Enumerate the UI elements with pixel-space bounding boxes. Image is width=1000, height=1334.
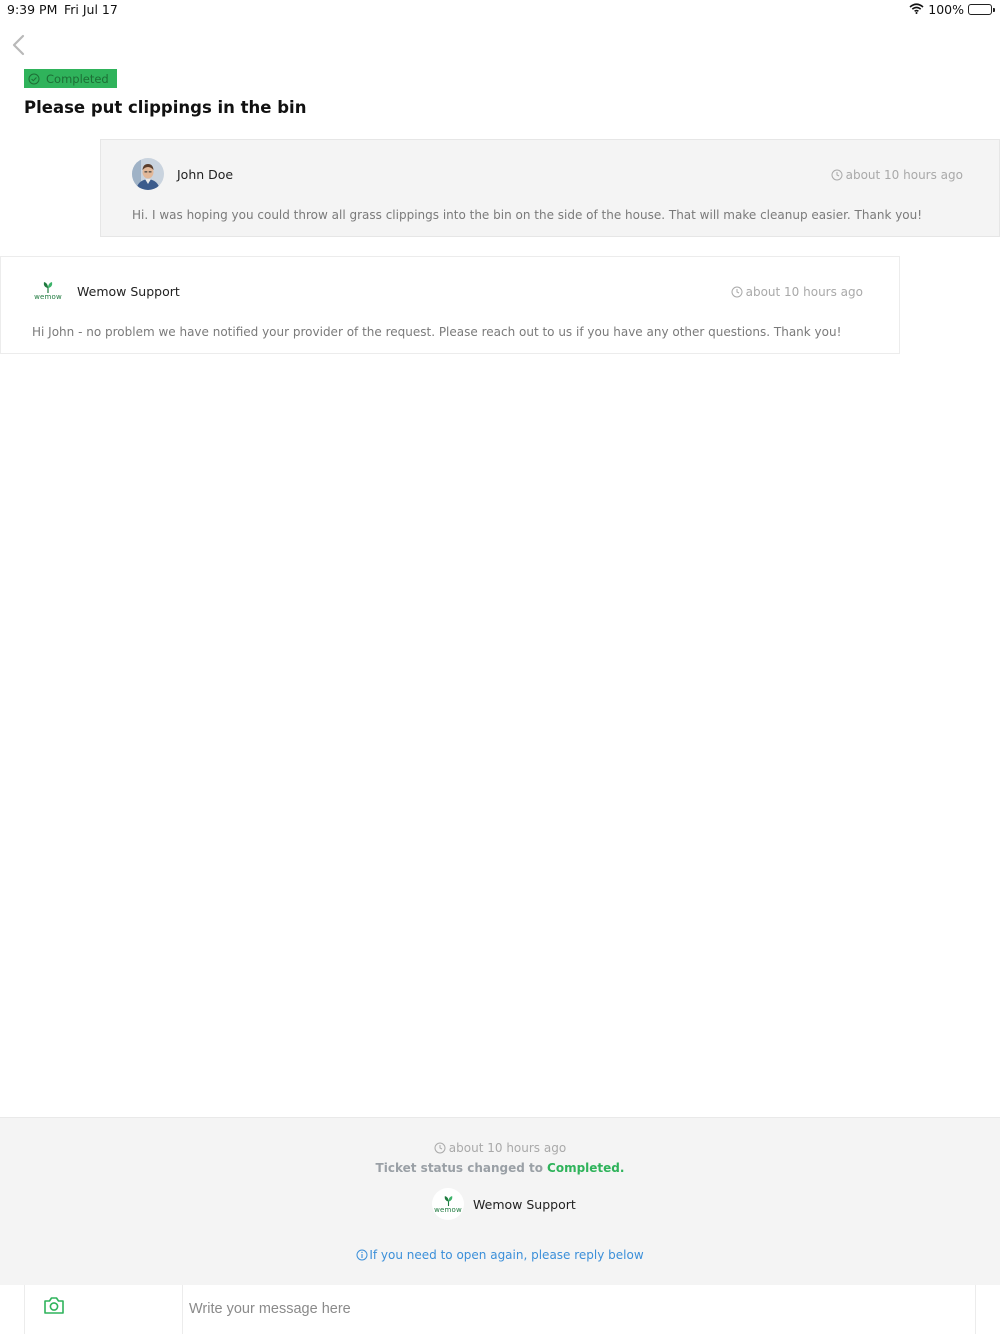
status-badge-label: Completed xyxy=(46,71,109,86)
message-body: Hi John - no problem we have notified yo… xyxy=(32,325,842,339)
camera-icon xyxy=(44,1297,64,1314)
chevron-left-icon xyxy=(12,34,25,56)
clock-icon xyxy=(831,169,843,181)
message-time: about 10 hours ago xyxy=(731,285,863,299)
logo-wordmark: wemow xyxy=(434,1205,462,1214)
clock-icon xyxy=(731,286,743,298)
message-author: John Doe xyxy=(177,166,234,182)
message-input[interactable] xyxy=(189,1293,969,1325)
status-change-panel: about 10 hours ago Ticket status changed… xyxy=(0,1117,1000,1285)
status-change-value: Completed. xyxy=(547,1161,625,1175)
composer-divider xyxy=(182,1285,183,1334)
message-time: about 10 hours ago xyxy=(831,168,963,182)
logo-wordmark: wemow xyxy=(34,293,62,301)
reopen-hint: If you need to open again, please reply … xyxy=(0,1248,1000,1262)
message-composer xyxy=(24,1285,976,1334)
info-circle-icon xyxy=(356,1249,368,1261)
status-time: 9:39 PM xyxy=(7,2,58,17)
reopen-hint-label: If you need to open again, please reply … xyxy=(369,1248,644,1262)
message-time-label: about 10 hours ago xyxy=(745,285,863,299)
status-badge: Completed xyxy=(24,69,117,88)
status-change-label: Ticket status changed to xyxy=(375,1161,544,1175)
status-date: Fri Jul 17 xyxy=(64,2,118,17)
wifi-icon xyxy=(909,2,924,17)
status-change-time: about 10 hours ago xyxy=(0,1141,1000,1155)
battery-percent: 100% xyxy=(928,2,964,17)
message-card: wemow Wemow Support about 10 hours ago H… xyxy=(0,256,900,354)
status-change-author: wemow Wemow Support xyxy=(432,1188,576,1220)
message-body: Hi. I was hoping you could throw all gra… xyxy=(132,208,923,222)
clock-icon xyxy=(434,1142,446,1154)
message-header: wemow Wemow Support xyxy=(32,275,180,307)
message-time-label: about 10 hours ago xyxy=(845,168,963,182)
message-header: John Doe xyxy=(132,158,233,190)
back-button[interactable] xyxy=(9,32,31,58)
status-change-text: Ticket status changed to Completed. xyxy=(0,1161,1000,1175)
message-author: Wemow Support xyxy=(77,283,180,299)
battery-icon xyxy=(968,4,995,15)
status-change-time-label: about 10 hours ago xyxy=(448,1141,567,1155)
message-card: John Doe about 10 hours ago Hi. I was ho… xyxy=(100,139,1000,237)
page-title: Please put clippings in the bin xyxy=(24,98,307,117)
camera-button[interactable] xyxy=(43,1296,65,1316)
check-circle-icon xyxy=(28,73,40,84)
wemow-logo: wemow xyxy=(432,1188,464,1220)
wemow-logo: wemow xyxy=(32,275,64,307)
status-bar: 9:39 PM Fri Jul 17 100% xyxy=(0,0,1000,20)
status-indicators: 100% xyxy=(909,2,995,17)
avatar xyxy=(132,158,164,190)
status-change-author-name: Wemow Support xyxy=(473,1196,576,1212)
